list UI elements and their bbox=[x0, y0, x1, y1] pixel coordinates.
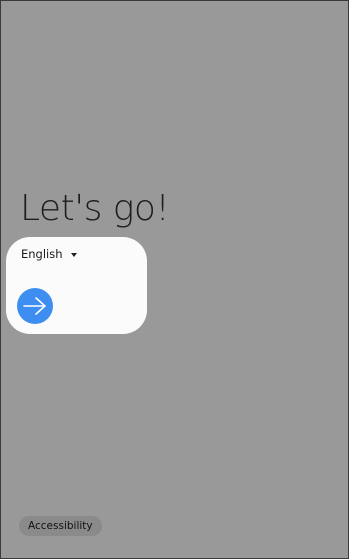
accessibility-button[interactable]: Accessibility bbox=[19, 516, 102, 536]
setup-card: English bbox=[6, 237, 147, 334]
language-dropdown[interactable]: English bbox=[21, 245, 77, 263]
page-title: Let's go! bbox=[20, 188, 170, 229]
accessibility-label: Accessibility bbox=[28, 520, 93, 532]
arrow-right-icon bbox=[23, 297, 46, 315]
language-label: English bbox=[21, 247, 63, 261]
next-button[interactable] bbox=[17, 288, 53, 324]
welcome-screen: Let's go! English Accessibility bbox=[0, 0, 349, 559]
caret-down-icon bbox=[70, 252, 77, 257]
